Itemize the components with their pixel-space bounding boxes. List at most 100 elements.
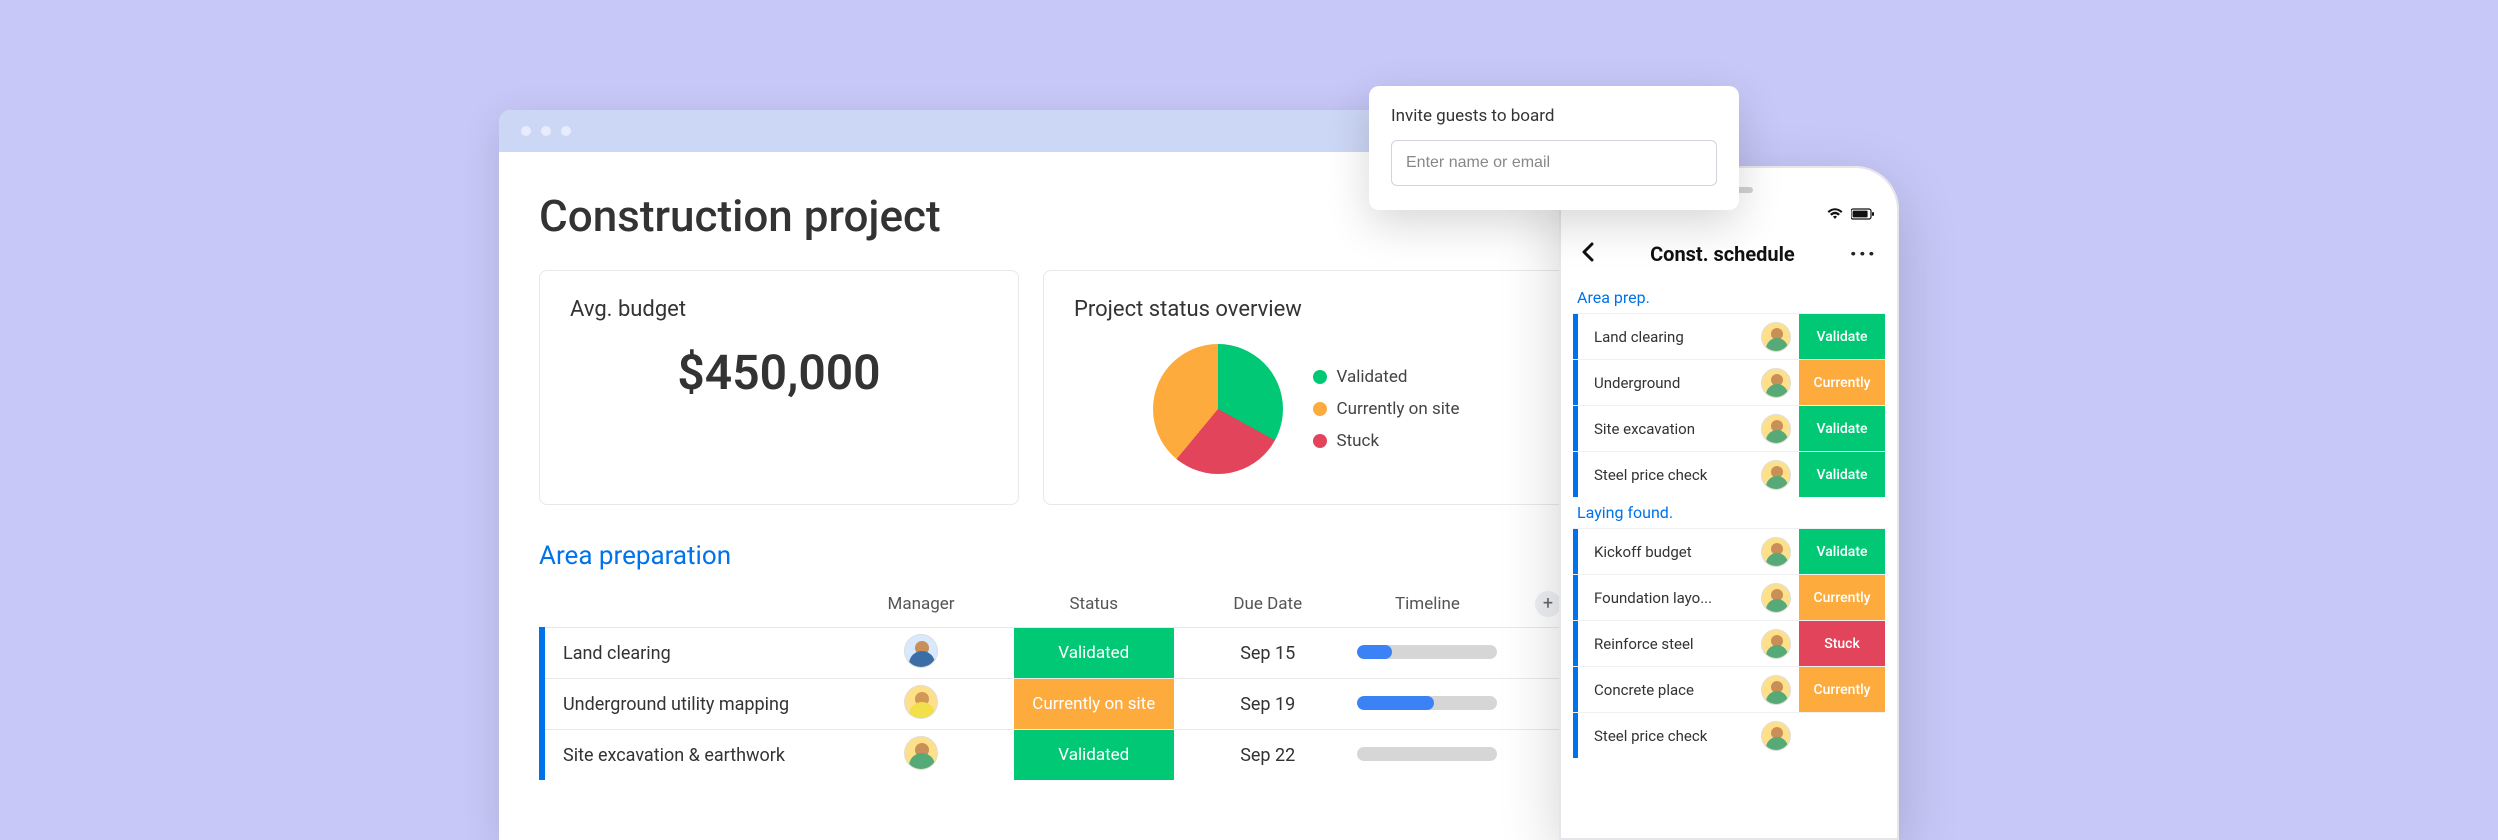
status-cell[interactable]: Validated xyxy=(980,628,1207,679)
timeline-cell[interactable] xyxy=(1328,628,1527,679)
row-accent-icon xyxy=(1573,406,1578,451)
status-card: Project status overview Validated Curren… xyxy=(1043,270,1569,505)
window-dot-icon xyxy=(541,126,551,136)
row-accent-icon xyxy=(1573,621,1578,666)
manager-cell[interactable] xyxy=(862,628,980,679)
timeline-cell[interactable] xyxy=(1328,730,1527,781)
status-badge[interactable]: Validate xyxy=(1799,406,1885,451)
status-cell[interactable]: Currently on site xyxy=(980,679,1207,730)
due-cell[interactable]: Sep 22 xyxy=(1207,730,1327,781)
manager-cell[interactable] xyxy=(862,679,980,730)
timeline-cell[interactable] xyxy=(1328,679,1527,730)
status-legend: Validated Currently on site Stuck xyxy=(1313,367,1460,451)
status-pie-chart xyxy=(1153,344,1283,474)
avatar[interactable] xyxy=(1761,322,1791,352)
status-badge[interactable]: Stuck xyxy=(1799,621,1885,666)
avatar[interactable] xyxy=(1761,368,1791,398)
task-table: Manager Status Due Date Timeline + Land … xyxy=(539,581,1569,780)
phone-title: Const. schedule xyxy=(1650,242,1795,266)
budget-card-title: Avg. budget xyxy=(570,297,988,322)
table-row[interactable]: Site excavation & earthwork Validated Sep … xyxy=(542,730,1569,781)
avatar[interactable] xyxy=(904,634,938,668)
row-name: Foundation layo... xyxy=(1586,589,1753,607)
list-item[interactable]: Steel price checkValidate xyxy=(1573,451,1885,497)
task-name[interactable]: Site excavation & earthwork xyxy=(542,730,862,781)
table-row[interactable]: Land clearing Validated Sep 15 xyxy=(542,628,1569,679)
avatar[interactable] xyxy=(1761,721,1791,751)
invite-title: Invite guests to board xyxy=(1391,106,1717,126)
row-accent-icon xyxy=(1573,575,1578,620)
list-item[interactable]: Underground Currently xyxy=(1573,359,1885,405)
row-name: Reinforce steel xyxy=(1586,635,1753,653)
section-title[interactable]: Area preparation xyxy=(539,541,1569,571)
col-header-manager: Manager xyxy=(862,581,980,628)
row-name: Site excavation xyxy=(1586,420,1753,438)
avatar[interactable] xyxy=(1761,414,1791,444)
legend-item: Stuck xyxy=(1313,431,1460,451)
back-button[interactable] xyxy=(1581,240,1595,268)
list-item[interactable]: Land clearing Validate xyxy=(1573,313,1885,359)
avatar[interactable] xyxy=(1761,460,1791,490)
status-card-title: Project status overview xyxy=(1074,297,1538,322)
more-button[interactable]: ··· xyxy=(1850,242,1877,267)
status-badge[interactable]: Validate xyxy=(1799,529,1885,574)
status-badge[interactable]: Validate xyxy=(1799,314,1885,359)
phone-mock: Const. schedule ··· Area prep.Land clear… xyxy=(1559,166,1899,840)
row-name: Kickoff budget xyxy=(1586,543,1753,561)
status-badge[interactable]: Currently xyxy=(1799,575,1885,620)
row-accent-icon xyxy=(1573,667,1578,712)
timeline-bar[interactable] xyxy=(1357,645,1497,659)
legend-item: Currently on site xyxy=(1313,399,1460,419)
avatar[interactable] xyxy=(1761,537,1791,567)
list-item[interactable]: Steel price check xyxy=(1573,712,1885,758)
list-item[interactable]: Site excavation Validate xyxy=(1573,405,1885,451)
phone-section-title[interactable]: Laying found. xyxy=(1573,497,1885,528)
due-cell[interactable]: Sep 15 xyxy=(1207,628,1327,679)
legend-dot-icon xyxy=(1313,370,1327,384)
phone-section-title[interactable]: Area prep. xyxy=(1573,282,1885,313)
list-item[interactable]: Kickoff budget Validate xyxy=(1573,528,1885,574)
due-cell[interactable]: Sep 19 xyxy=(1207,679,1327,730)
task-name[interactable]: Land clearing xyxy=(542,628,862,679)
manager-cell[interactable] xyxy=(862,730,980,781)
status-badge[interactable]: Currently xyxy=(1799,360,1885,405)
row-accent-icon xyxy=(1573,713,1578,758)
invite-input[interactable] xyxy=(1391,140,1717,186)
status-badge[interactable]: Validate xyxy=(1799,452,1885,497)
invite-popover: Invite guests to board xyxy=(1369,86,1739,210)
timeline-bar[interactable] xyxy=(1357,696,1497,710)
row-name: Concrete place xyxy=(1586,681,1753,699)
col-header-task xyxy=(542,581,862,628)
avatar[interactable] xyxy=(1761,583,1791,613)
timeline-bar[interactable] xyxy=(1357,747,1497,761)
avatar[interactable] xyxy=(1761,629,1791,659)
list-item[interactable]: Concrete place Currently xyxy=(1573,666,1885,712)
legend-item: Validated xyxy=(1313,367,1460,387)
table-row[interactable]: Underground utility mapping Currently on … xyxy=(542,679,1569,730)
task-name[interactable]: Underground utility mapping xyxy=(542,679,862,730)
avatar[interactable] xyxy=(904,736,938,770)
status-badge[interactable]: Currently on site xyxy=(1014,679,1174,729)
list-item[interactable]: Reinforce steel Stuck xyxy=(1573,620,1885,666)
status-badge[interactable]: Validated xyxy=(1014,628,1174,678)
col-header-due: Due Date xyxy=(1207,581,1327,628)
col-header-status: Status xyxy=(980,581,1207,628)
avatar[interactable] xyxy=(904,685,938,719)
status-badge[interactable]: Validated xyxy=(1014,730,1174,780)
row-name: Land clearing xyxy=(1586,328,1753,346)
status-badge[interactable] xyxy=(1799,713,1885,758)
browser-window: Construction project Avg. budget $450,00… xyxy=(499,110,1609,840)
battery-icon xyxy=(1851,206,1875,224)
avatar[interactable] xyxy=(1761,675,1791,705)
row-name: Underground xyxy=(1586,374,1753,392)
add-column-button[interactable]: + xyxy=(1535,591,1561,617)
list-item[interactable]: Foundation layo... Currently xyxy=(1573,574,1885,620)
legend-label: Stuck xyxy=(1337,431,1380,451)
status-cell[interactable]: Validated xyxy=(980,730,1207,781)
status-badge[interactable]: Currently xyxy=(1799,667,1885,712)
row-accent-icon xyxy=(1573,452,1578,497)
row-name: Steel price check xyxy=(1586,727,1753,745)
legend-dot-icon xyxy=(1313,402,1327,416)
legend-label: Currently on site xyxy=(1337,399,1460,419)
row-accent-icon xyxy=(1573,360,1578,405)
